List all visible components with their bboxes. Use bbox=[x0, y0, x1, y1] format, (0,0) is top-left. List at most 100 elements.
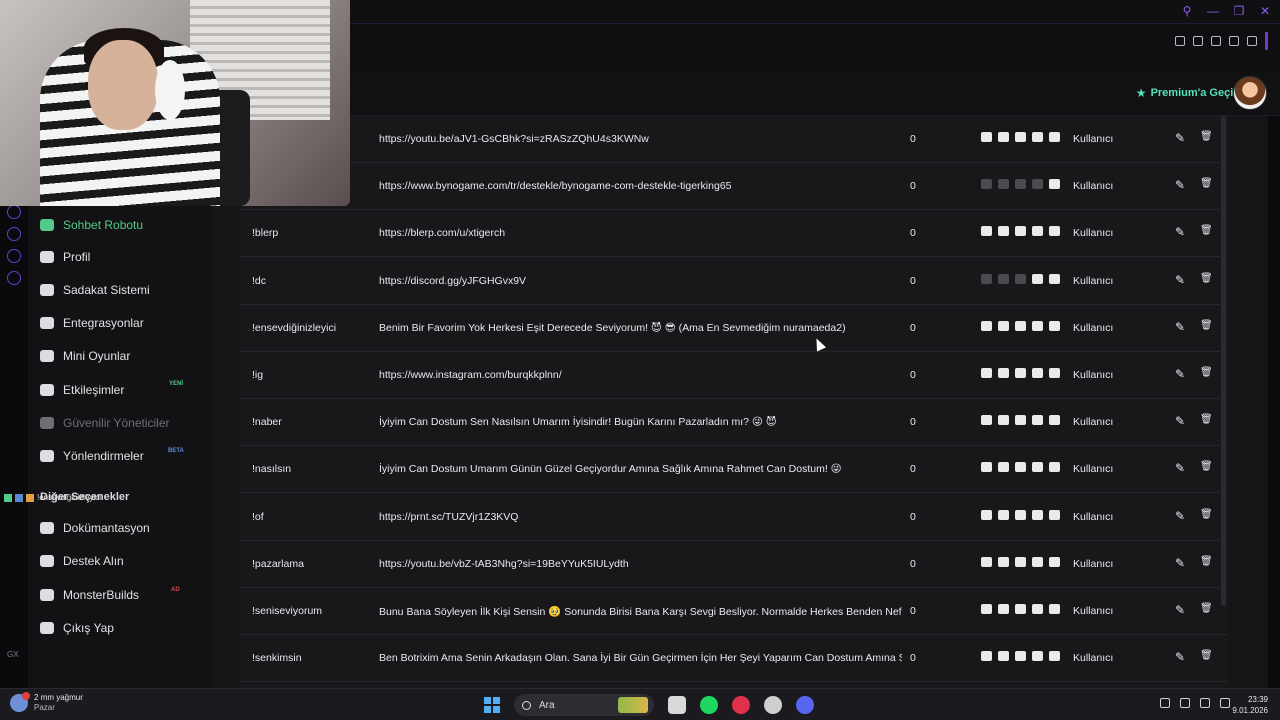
trash-icon[interactable]: 🗑 bbox=[1200, 178, 1213, 189]
sidebar-item-logout[interactable]: Çıkış Yap bbox=[40, 619, 114, 637]
edit-icon[interactable]: ✎ bbox=[1175, 556, 1185, 570]
kick-icon[interactable] bbox=[1049, 604, 1060, 614]
trash-icon[interactable]: 🗑 bbox=[1200, 131, 1213, 142]
sidebar-item-interactions[interactable]: Etkileşimler bbox=[40, 381, 124, 399]
settings-gear-icon[interactable] bbox=[7, 271, 21, 285]
sidebar-item-trusted-moderators[interactable]: Güvenilir Yöneticiler bbox=[40, 414, 170, 432]
edit-icon[interactable]: ✎ bbox=[1175, 273, 1185, 287]
twitch-icon[interactable] bbox=[998, 415, 1009, 426]
start-button[interactable] bbox=[484, 697, 500, 713]
sidebar-toggle-icon[interactable] bbox=[1265, 32, 1268, 50]
kick-icon[interactable] bbox=[1049, 462, 1060, 473]
bot-icon[interactable] bbox=[981, 368, 992, 378]
bot-icon[interactable] bbox=[981, 651, 992, 662]
edit-icon[interactable]: ✎ bbox=[1175, 603, 1185, 617]
minimize-icon[interactable]: — bbox=[1206, 4, 1220, 18]
chat-icon[interactable] bbox=[1032, 604, 1043, 614]
edit-icon[interactable]: ✎ bbox=[1175, 509, 1185, 523]
sidebar-item-profile[interactable]: Profil bbox=[40, 248, 90, 266]
kick-icon[interactable] bbox=[1049, 320, 1060, 331]
twitch-icon[interactable] bbox=[998, 132, 1009, 142]
snapshot-icon[interactable] bbox=[1193, 36, 1203, 46]
kick-icon[interactable] bbox=[1049, 132, 1060, 142]
twitch-icon[interactable] bbox=[998, 556, 1009, 567]
chat-icon[interactable] bbox=[1032, 132, 1043, 142]
spotify-icon[interactable] bbox=[700, 696, 718, 714]
bot-icon[interactable] bbox=[981, 604, 992, 614]
chat-icon[interactable] bbox=[1032, 368, 1043, 378]
chat-icon[interactable] bbox=[1032, 226, 1043, 237]
youtube-icon[interactable] bbox=[1015, 556, 1026, 567]
shield-icon[interactable] bbox=[1211, 36, 1221, 46]
trash-icon[interactable]: 🗑 bbox=[1200, 225, 1213, 236]
chat-icon[interactable] bbox=[1032, 556, 1043, 567]
display-icon[interactable] bbox=[1200, 698, 1210, 708]
kick-icon[interactable] bbox=[1049, 509, 1060, 520]
microphone-icon[interactable] bbox=[1180, 698, 1190, 708]
chat-icon[interactable] bbox=[1032, 509, 1043, 520]
youtube-icon[interactable] bbox=[1015, 462, 1026, 473]
kick-icon[interactable] bbox=[1049, 415, 1060, 426]
youtube-icon[interactable] bbox=[1015, 604, 1026, 614]
twitch-icon[interactable] bbox=[998, 368, 1009, 378]
twitch-icon[interactable] bbox=[998, 604, 1009, 614]
twitch-icon[interactable] bbox=[998, 651, 1009, 662]
play-icon[interactable] bbox=[1229, 36, 1239, 46]
chat-icon[interactable] bbox=[1032, 651, 1043, 662]
youtube-icon[interactable] bbox=[1015, 179, 1026, 190]
bot-icon[interactable] bbox=[981, 320, 992, 331]
chat-icon[interactable] bbox=[1032, 320, 1043, 331]
kick-icon[interactable] bbox=[1049, 651, 1060, 662]
youtube-icon[interactable] bbox=[1015, 132, 1026, 142]
bot-icon[interactable] bbox=[981, 509, 992, 520]
sidebar-item-loyalty[interactable]: Sadakat Sistemi bbox=[40, 281, 150, 299]
clock[interactable]: 23:39 9.01.2026 bbox=[1232, 694, 1268, 716]
twitch-icon[interactable] bbox=[998, 226, 1009, 237]
steam-icon[interactable] bbox=[764, 696, 782, 714]
youtube-icon[interactable] bbox=[1015, 273, 1026, 284]
youtube-icon[interactable] bbox=[1015, 320, 1026, 331]
task-view-icon[interactable] bbox=[668, 696, 686, 714]
trash-icon[interactable]: 🗑 bbox=[1200, 603, 1213, 614]
trash-icon[interactable]: 🗑 bbox=[1200, 414, 1213, 425]
chat-icon[interactable] bbox=[1032, 273, 1043, 284]
taskbar-search[interactable]: Ara bbox=[514, 694, 654, 716]
weather-widget[interactable]: 2 mm yağmur Pazar bbox=[10, 692, 83, 713]
kick-icon[interactable] bbox=[1049, 179, 1060, 190]
twitch-icon[interactable] bbox=[998, 273, 1009, 284]
trash-icon[interactable]: 🗑 bbox=[1200, 461, 1213, 472]
bot-icon[interactable] bbox=[981, 462, 992, 473]
twitch-icon[interactable] bbox=[998, 462, 1009, 473]
twitch-icon[interactable] bbox=[998, 179, 1009, 190]
bot-icon[interactable] bbox=[981, 415, 992, 426]
trash-icon[interactable]: 🗑 bbox=[1200, 320, 1213, 331]
trash-icon[interactable]: 🗑 bbox=[1200, 650, 1213, 661]
avatar[interactable] bbox=[1233, 76, 1267, 110]
sidebar-item-chatbot[interactable]: Sohbet Robotu bbox=[40, 216, 143, 234]
extensions-icon[interactable] bbox=[7, 249, 21, 263]
twitch-icon[interactable] bbox=[998, 509, 1009, 520]
volume-icon[interactable] bbox=[1220, 698, 1230, 708]
edit-icon[interactable]: ✎ bbox=[1175, 131, 1185, 145]
sidebar-item-documentation[interactable]: Dokümantasyon bbox=[40, 519, 150, 537]
kick-icon[interactable] bbox=[1049, 226, 1060, 237]
premium-button[interactable]: ★ Premium'a Geçin bbox=[1136, 86, 1240, 100]
kick-icon[interactable] bbox=[1049, 273, 1060, 284]
sidebar-item-integrations[interactable]: Entegrasyonlar bbox=[40, 314, 144, 332]
sidebar-item-redirects[interactable]: Yönlendirmeler bbox=[40, 447, 144, 465]
sidebar-item-mini-games[interactable]: Mini Oyunlar bbox=[40, 347, 130, 365]
edit-icon[interactable]: ✎ bbox=[1175, 461, 1185, 475]
opera-gx-icon[interactable] bbox=[732, 696, 750, 714]
edit-icon[interactable]: ✎ bbox=[1175, 367, 1185, 381]
youtube-icon[interactable] bbox=[1015, 651, 1026, 662]
history-icon[interactable] bbox=[7, 227, 21, 241]
sidebar-item-monsterbuilds[interactable]: MonsterBuilds bbox=[40, 586, 139, 604]
chat-icon[interactable] bbox=[1032, 179, 1043, 190]
pin-icon[interactable] bbox=[1175, 36, 1185, 46]
youtube-icon[interactable] bbox=[1015, 509, 1026, 520]
discord-icon[interactable] bbox=[796, 696, 814, 714]
sidebar-item-support[interactable]: Destek Alın bbox=[40, 552, 124, 570]
youtube-icon[interactable] bbox=[1015, 368, 1026, 378]
edit-icon[interactable]: ✎ bbox=[1175, 414, 1185, 428]
trash-icon[interactable]: 🗑 bbox=[1200, 367, 1213, 378]
